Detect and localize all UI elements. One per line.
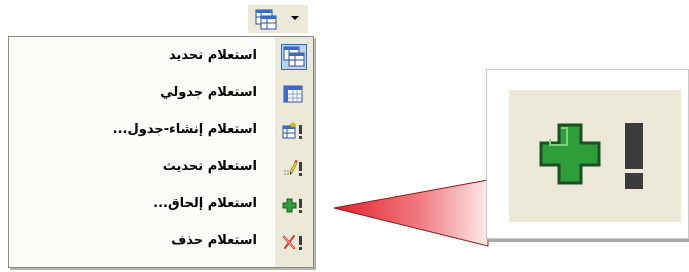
- append-query-icon: [282, 194, 304, 216]
- crosstab-query-icon: [282, 83, 304, 105]
- menu-item-label: استعلام تحديث: [162, 159, 257, 174]
- menu-item-crosstab-query[interactable]: استعلام جدولي: [9, 76, 313, 112]
- query-type-menu: استعلام تحديد استعلام جدولي استعلام إنشا…: [8, 36, 314, 268]
- chevron-down-icon[interactable]: [291, 16, 299, 20]
- query-type-toolbar-button[interactable]: [247, 4, 309, 34]
- update-query-icon: [282, 157, 304, 179]
- menu-item-label: استعلام إنشاء-جدول...: [112, 122, 257, 137]
- menu-item-make-table-query[interactable]: استعلام إنشاء-جدول...: [9, 113, 313, 149]
- delete-query-icon: [282, 231, 304, 253]
- plus-icon: [539, 123, 601, 189]
- zoom-panel-background: [509, 90, 681, 222]
- exclamation-icon: [622, 121, 648, 195]
- menu-item-append-query[interactable]: استعلام إلحاق...: [9, 187, 313, 223]
- zoom-panel: [486, 69, 689, 239]
- menu-item-select-query[interactable]: استعلام تحديد: [9, 39, 313, 75]
- query-table-icon: [255, 9, 277, 31]
- menu-item-label: استعلام جدولي: [160, 85, 257, 100]
- menu-item-label: استعلام حذف: [171, 233, 257, 248]
- make-table-query-icon: [282, 120, 304, 142]
- menu-item-update-query[interactable]: استعلام تحديث: [9, 150, 313, 186]
- menu-item-label: استعلام إلحاق...: [153, 196, 257, 211]
- select-query-icon: [281, 44, 307, 70]
- menu-item-delete-query[interactable]: استعلام حذف: [9, 224, 313, 260]
- menu-item-label: استعلام تحديد: [169, 48, 257, 63]
